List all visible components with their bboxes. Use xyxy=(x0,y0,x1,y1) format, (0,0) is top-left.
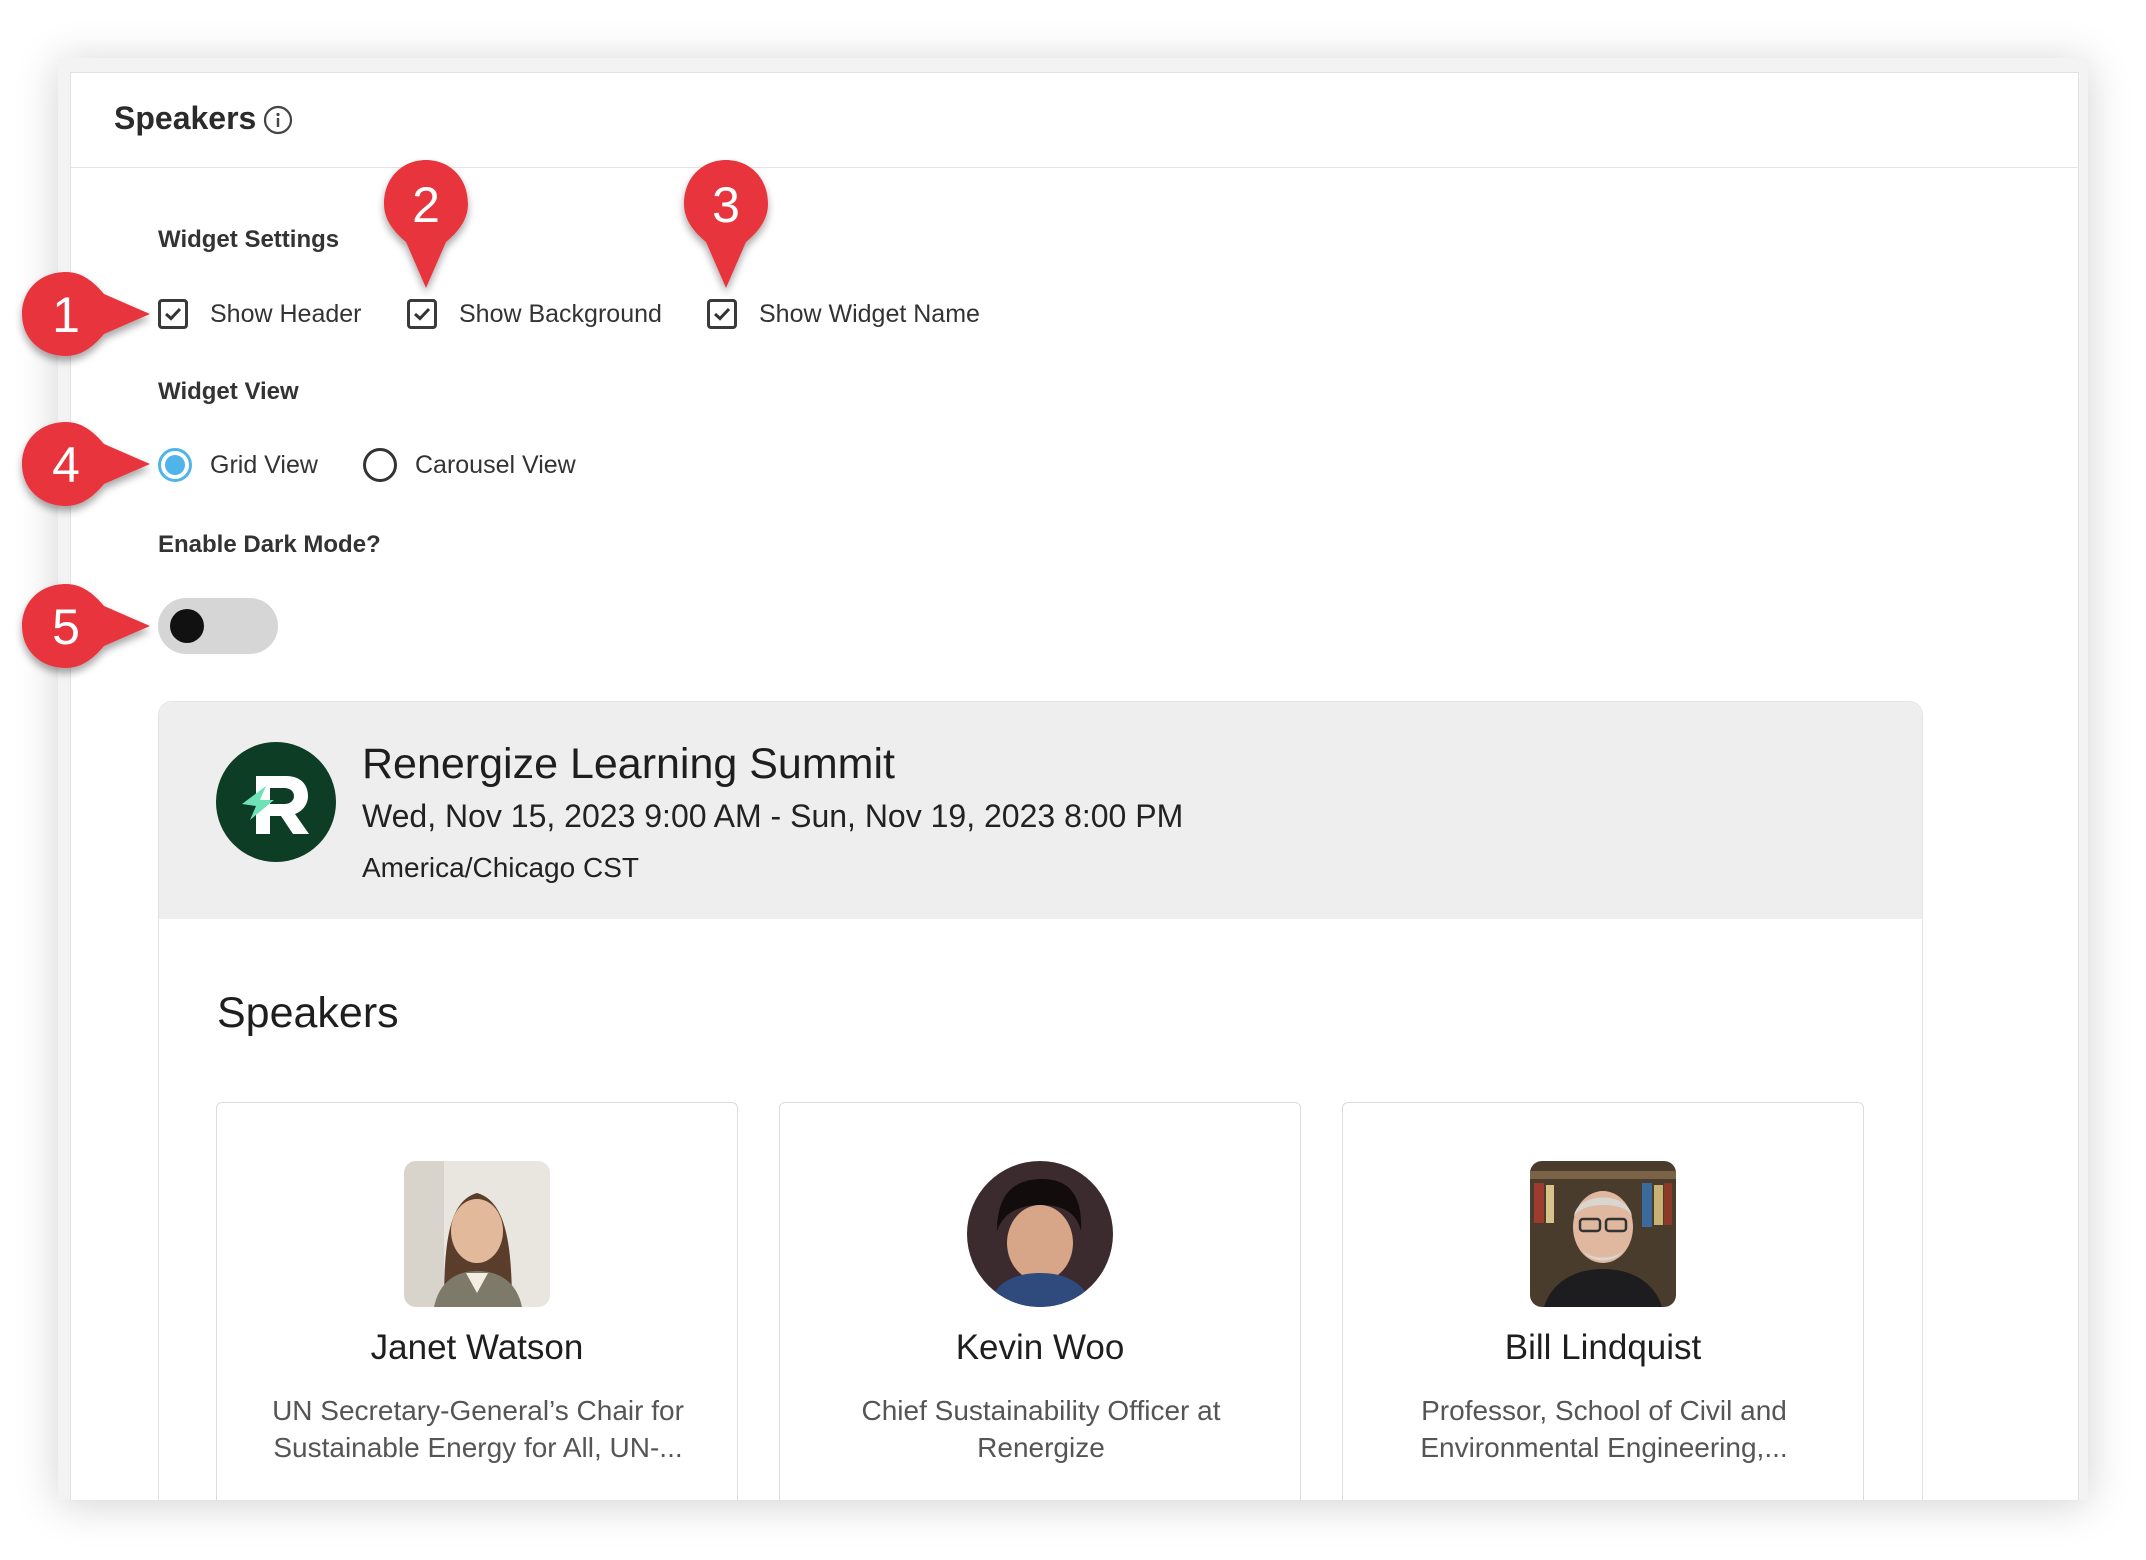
speakers-heading: Speakers xyxy=(217,989,399,1037)
speaker-role-line: UN Secretary-General’s Chair for xyxy=(272,1395,684,1426)
show-header-option[interactable]: Show Header xyxy=(158,299,361,329)
carousel-view-option[interactable]: Carousel View xyxy=(363,448,576,482)
speaker-role: UN Secretary-General’s Chair for Sustain… xyxy=(247,1392,709,1466)
speaker-role-line: Chief Sustainability Officer at xyxy=(861,1395,1221,1426)
dark-mode-label: Enable Dark Mode? xyxy=(158,531,381,558)
event-title: Renergize Learning Summit xyxy=(362,740,895,788)
annotation-marker-2: 2 xyxy=(380,158,472,290)
speaker-name: Bill Lindquist xyxy=(1504,1328,1702,1367)
annotation-number: 3 xyxy=(712,177,740,233)
carousel-view-radio[interactable] xyxy=(363,448,397,482)
annotation-marker-1: 1 xyxy=(20,268,152,360)
annotation-number: 5 xyxy=(52,599,80,655)
speaker-card[interactable]: Janet Watson UN Secretary-General’s Chai… xyxy=(216,1102,738,1500)
event-timezone: America/Chicago CST xyxy=(362,852,639,883)
show-background-option[interactable]: Show Background xyxy=(407,299,662,329)
annotation-number: 4 xyxy=(52,437,80,493)
event-dates: Wed, Nov 15, 2023 9:00 AM - Sun, Nov 19,… xyxy=(362,798,1184,834)
checkmark-icon xyxy=(413,307,431,321)
annotation-number: 1 xyxy=(52,287,80,343)
info-icon[interactable] xyxy=(263,105,293,135)
annotation-marker-3: 3 xyxy=(680,158,772,290)
speaker-role-line: Sustainable Energy for All, UN-... xyxy=(273,1432,683,1463)
event-header: Renergize Learning Summit Wed, Nov 15, 2… xyxy=(159,702,1922,919)
speaker-avatar xyxy=(1530,1161,1676,1307)
widget-preview: Renergize Learning Summit Wed, Nov 15, 2… xyxy=(158,701,1923,1500)
show-header-checkbox[interactable] xyxy=(158,299,188,329)
speaker-role: Chief Sustainability Officer at Renergiz… xyxy=(810,1392,1272,1466)
show-widget-name-checkbox[interactable] xyxy=(707,299,737,329)
toggle-knob xyxy=(170,609,204,643)
checkmark-icon xyxy=(713,307,731,321)
speaker-name: Janet Watson xyxy=(370,1328,584,1367)
dark-mode-toggle[interactable] xyxy=(158,598,278,654)
event-logo-icon xyxy=(216,742,336,862)
widget-settings-panel: Speakers Widget Settings Show Header Sho… xyxy=(70,72,2079,1500)
carousel-view-label: Carousel View xyxy=(415,450,576,479)
speaker-role: Professor, School of Civil and Environme… xyxy=(1373,1392,1835,1466)
widget-settings-label: Widget Settings xyxy=(158,226,340,253)
show-background-label: Show Background xyxy=(459,299,662,328)
show-widget-name-label: Show Widget Name xyxy=(759,299,980,328)
show-header-label: Show Header xyxy=(210,299,362,328)
screenshot-frame: Speakers Widget Settings Show Header Sho… xyxy=(58,58,2088,1500)
speaker-avatar xyxy=(967,1161,1113,1307)
speaker-card[interactable]: Kevin Woo Chief Sustainability Officer a… xyxy=(779,1102,1301,1500)
annotation-number: 2 xyxy=(412,177,440,233)
panel-title: Speakers xyxy=(114,100,257,136)
panel-header: Speakers xyxy=(71,73,2078,168)
show-background-checkbox[interactable] xyxy=(407,299,437,329)
speaker-role-line: Environmental Engineering,... xyxy=(1420,1432,1788,1463)
checkmark-icon xyxy=(164,307,182,321)
widget-view-label: Widget View xyxy=(158,378,299,405)
grid-view-radio[interactable] xyxy=(158,448,192,482)
speaker-name: Kevin Woo xyxy=(955,1328,1125,1367)
grid-view-label: Grid View xyxy=(210,450,318,479)
speaker-role-line: Renergize xyxy=(977,1432,1105,1463)
speaker-role-line: Professor, School of Civil and xyxy=(1421,1395,1787,1426)
show-widget-name-option[interactable]: Show Widget Name xyxy=(707,299,980,329)
grid-view-option[interactable]: Grid View xyxy=(158,448,318,482)
annotation-marker-4: 4 xyxy=(20,418,152,510)
annotation-marker-5: 5 xyxy=(20,580,152,672)
speaker-avatar xyxy=(404,1161,550,1307)
speaker-card[interactable]: Bill Lindquist Professor, School of Civi… xyxy=(1342,1102,1864,1500)
